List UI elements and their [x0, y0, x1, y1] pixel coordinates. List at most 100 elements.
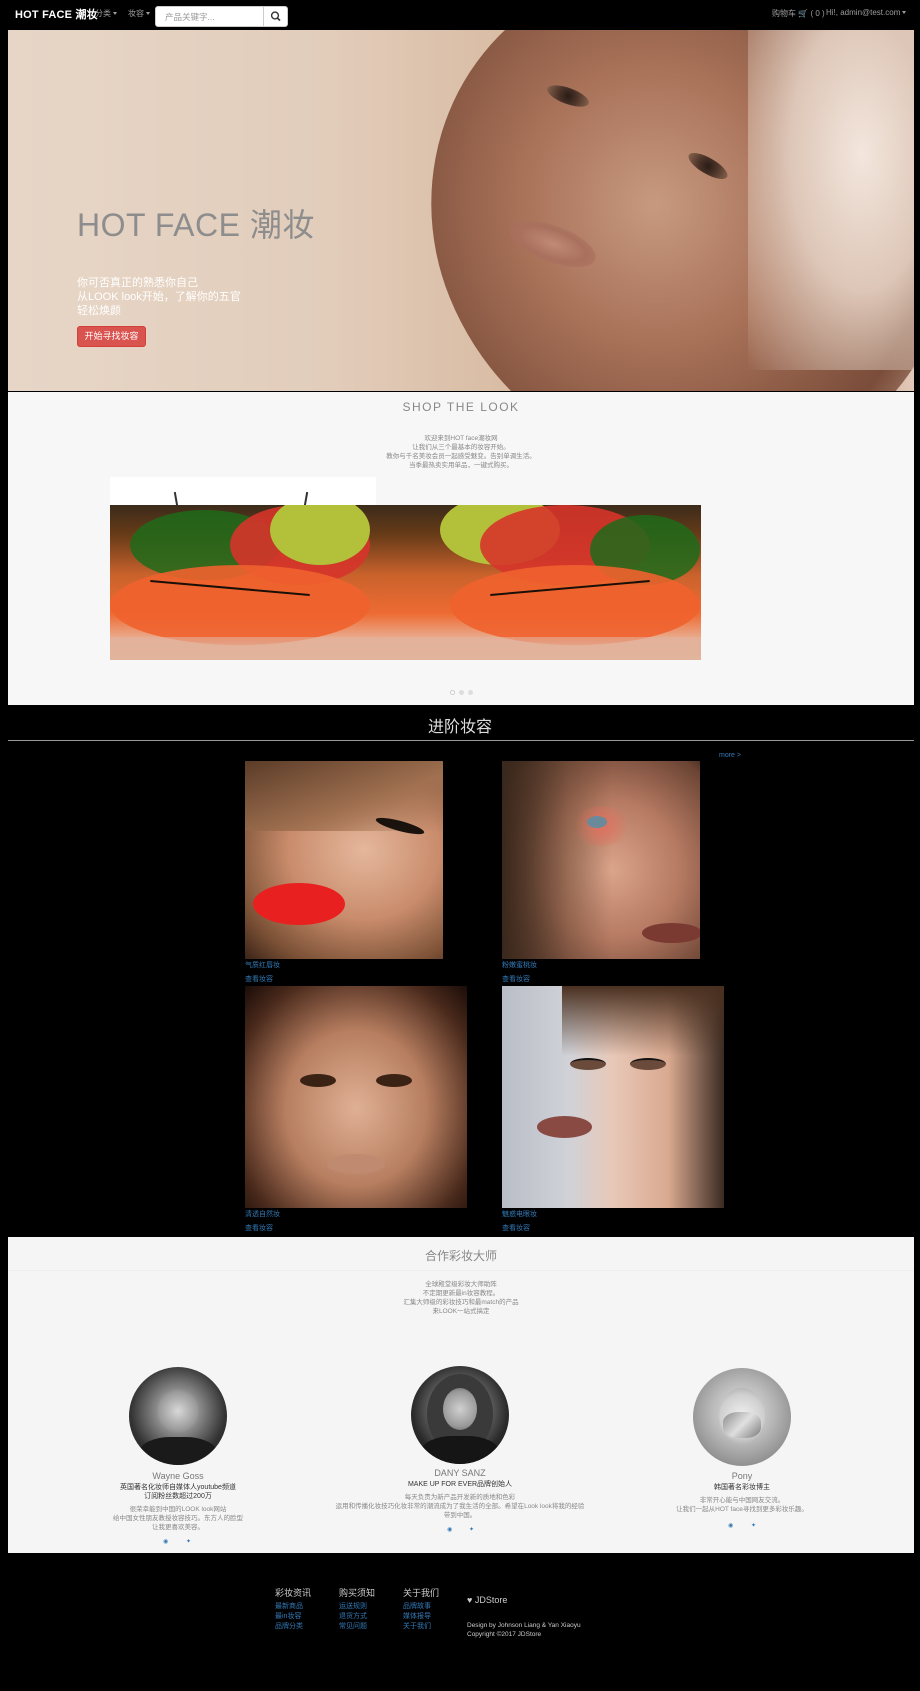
nav-makeup-dropdown[interactable]: 妆容: [128, 8, 150, 19]
weibo-icon[interactable]: ◉: [447, 1526, 452, 1533]
look-card-title[interactable]: 粉嫩蜜桃妆: [502, 960, 537, 970]
start-finding-makeup-button[interactable]: 开始寻找妆容: [77, 326, 146, 347]
footer-link[interactable]: 关于我们: [403, 1621, 431, 1631]
cart-link[interactable]: 购物车 🛒 ( 0 ): [772, 8, 825, 19]
master-title: 韩国著名彩妆博主: [714, 1484, 770, 1491]
avatar: [411, 1366, 509, 1464]
more-link[interactable]: more >: [719, 752, 741, 759]
look-card-title[interactable]: 气质红唇妆: [245, 960, 280, 970]
master-description: 很荣幸能到中国的LOOK look网站: [129, 1506, 227, 1513]
portrait-jacket: [421, 1436, 499, 1464]
hair-area: [562, 986, 724, 1056]
intro-line: 当季最热卖实用单品，一键式购买。: [409, 462, 513, 469]
section-title: 合作彩妆大师: [424, 1249, 497, 1263]
look-card-image[interactable]: [502, 986, 724, 1208]
master-description: 非常开心能与中国网友交流。: [699, 1497, 785, 1504]
weibo-icon[interactable]: ◉: [163, 1538, 168, 1545]
carousel-indicator[interactable]: [449, 690, 455, 695]
weibo-icon[interactable]: ◉: [728, 1522, 733, 1529]
view-look-link[interactable]: 查看妆容: [245, 974, 273, 984]
portrait-face: [157, 1387, 199, 1435]
hair-area: [502, 761, 612, 959]
master-description: 让我更喜欢美容。: [152, 1524, 204, 1531]
look-card-title[interactable]: 魅惑电眼妆: [502, 1209, 537, 1219]
twitter-icon[interactable]: ✦: [186, 1538, 191, 1545]
master-name: Wayne Goss: [152, 1471, 204, 1481]
intro-line: 欢迎来到HOT face潮妆网: [424, 435, 498, 442]
heart-icon: ♥: [467, 1595, 473, 1605]
makeup-color-patch: [110, 565, 370, 645]
view-look-link[interactable]: 查看妆容: [502, 974, 530, 984]
look-card-image[interactable]: [245, 986, 467, 1208]
eye-area: [570, 1058, 606, 1070]
look-card-image[interactable]: [245, 761, 443, 959]
user-menu-dropdown[interactable]: Hi!, admin@test.com: [826, 8, 907, 17]
carousel-indicator[interactable]: [458, 690, 464, 695]
search-button[interactable]: [263, 7, 287, 26]
footer-link[interactable]: 最in妆容: [275, 1611, 301, 1621]
footer-heading: 购买须知: [339, 1588, 376, 1598]
twitter-icon[interactable]: ✦: [751, 1522, 756, 1529]
divider: [8, 740, 914, 741]
master-title: MAKE UP FOR EVER品牌创始人: [407, 1481, 513, 1488]
portrait-shirt: [139, 1437, 217, 1465]
footer-link[interactable]: 运送规则: [339, 1601, 367, 1611]
nav-category-label: 分类: [95, 9, 111, 18]
carousel-indicator[interactable]: [467, 690, 473, 695]
footer-heading: 关于我们: [403, 1588, 440, 1598]
master-name: Pony: [731, 1471, 753, 1481]
makeup-color-patch: [450, 565, 700, 645]
masters-section: 合作彩妆大师 全球殿堂级彩妆大师助阵 不定期更新最in妆容教程。 汇集大师级的彩…: [8, 1237, 914, 1553]
footer-link[interactable]: 品牌分类: [275, 1621, 303, 1631]
intro-line: 不定期更新最in妆容教程。: [422, 1290, 500, 1297]
twitter-icon[interactable]: ✦: [469, 1526, 474, 1533]
master-description: 带到中国。: [443, 1512, 477, 1519]
hero-tagline-3: 轻松焕颜: [77, 305, 121, 317]
carousel-slide-image[interactable]: [110, 505, 701, 660]
search-icon: [270, 11, 281, 22]
master-name: DANY SANZ: [434, 1468, 486, 1478]
footer-link[interactable]: 退货方式: [339, 1611, 367, 1621]
search-input[interactable]: [156, 7, 264, 26]
view-look-link[interactable]: 查看妆容: [245, 1223, 273, 1233]
hero-title: HOT FACE 潮妆: [77, 207, 315, 243]
section-title: SHOP THE LOOK: [402, 400, 520, 414]
intro-line: 让我们从三个最基本的妆容开始。: [412, 444, 510, 451]
master-description: 给中国女性朋友教授妆容技巧。东方人的脸型: [113, 1515, 243, 1522]
footer-link[interactable]: 媒体报导: [403, 1611, 431, 1621]
top-navbar: HOT FACE 潮妆 分类 妆容 购物车 🛒 ( 0 ) Hi!, admin…: [0, 0, 920, 28]
user-greeting: Hi!, admin@test.com: [826, 8, 901, 17]
footer-link[interactable]: 常见问题: [339, 1621, 367, 1631]
lips: [327, 1154, 385, 1174]
footer-brand: ♥ JDStore: [467, 1595, 507, 1605]
nav-category-dropdown[interactable]: 分类: [95, 8, 117, 19]
lips: [642, 923, 700, 943]
intro-line: 汇集大师级的彩妆技巧和最match的产品: [403, 1299, 519, 1306]
chevron-down-icon: [113, 12, 117, 16]
red-lips: [253, 883, 345, 925]
eye-area: [630, 1058, 666, 1070]
chevron-down-icon: [146, 12, 150, 16]
shop-the-look-section: SHOP THE LOOK 欢迎来到HOT face潮妆网 让我们从三个最基本的…: [8, 392, 914, 705]
master-description: 每天负责为新产品开发新的质地和色彩: [404, 1494, 516, 1501]
cart-count: ( 0 ): [810, 9, 825, 18]
portrait-face: [443, 1388, 477, 1430]
hero-tagline-1: 你可否真正的熟悉你自己: [77, 277, 198, 289]
chevron-down-icon: [902, 11, 907, 15]
view-look-link[interactable]: 查看妆容: [502, 1223, 530, 1233]
look-card-title[interactable]: 清透自然妆: [245, 1209, 280, 1219]
footer-link[interactable]: 最新商品: [275, 1601, 303, 1611]
cart-label: 购物车: [772, 9, 796, 18]
cart-icon: 🛒: [798, 9, 809, 18]
hero-banner: HOT FACE 潮妆 你可否真正的熟悉你自己 从LOOK look开始，了解你…: [8, 30, 914, 391]
footer-brand-name: JDStore: [474, 1595, 508, 1605]
brand-logo[interactable]: HOT FACE 潮妆: [15, 6, 98, 22]
master-description: 运用和传播化妆技巧化妆非常的潮流成为了我生活的全部。希望在Look look将我…: [335, 1503, 585, 1510]
carousel-indicators: [8, 682, 914, 700]
look-card-image[interactable]: [502, 761, 700, 959]
eye-area: [376, 1074, 412, 1087]
footer-link[interactable]: 品牌故事: [403, 1601, 431, 1611]
intro-line: 全球殿堂级彩妆大师助阵: [425, 1281, 497, 1288]
search-form: [155, 6, 288, 27]
avatar: [129, 1367, 227, 1465]
